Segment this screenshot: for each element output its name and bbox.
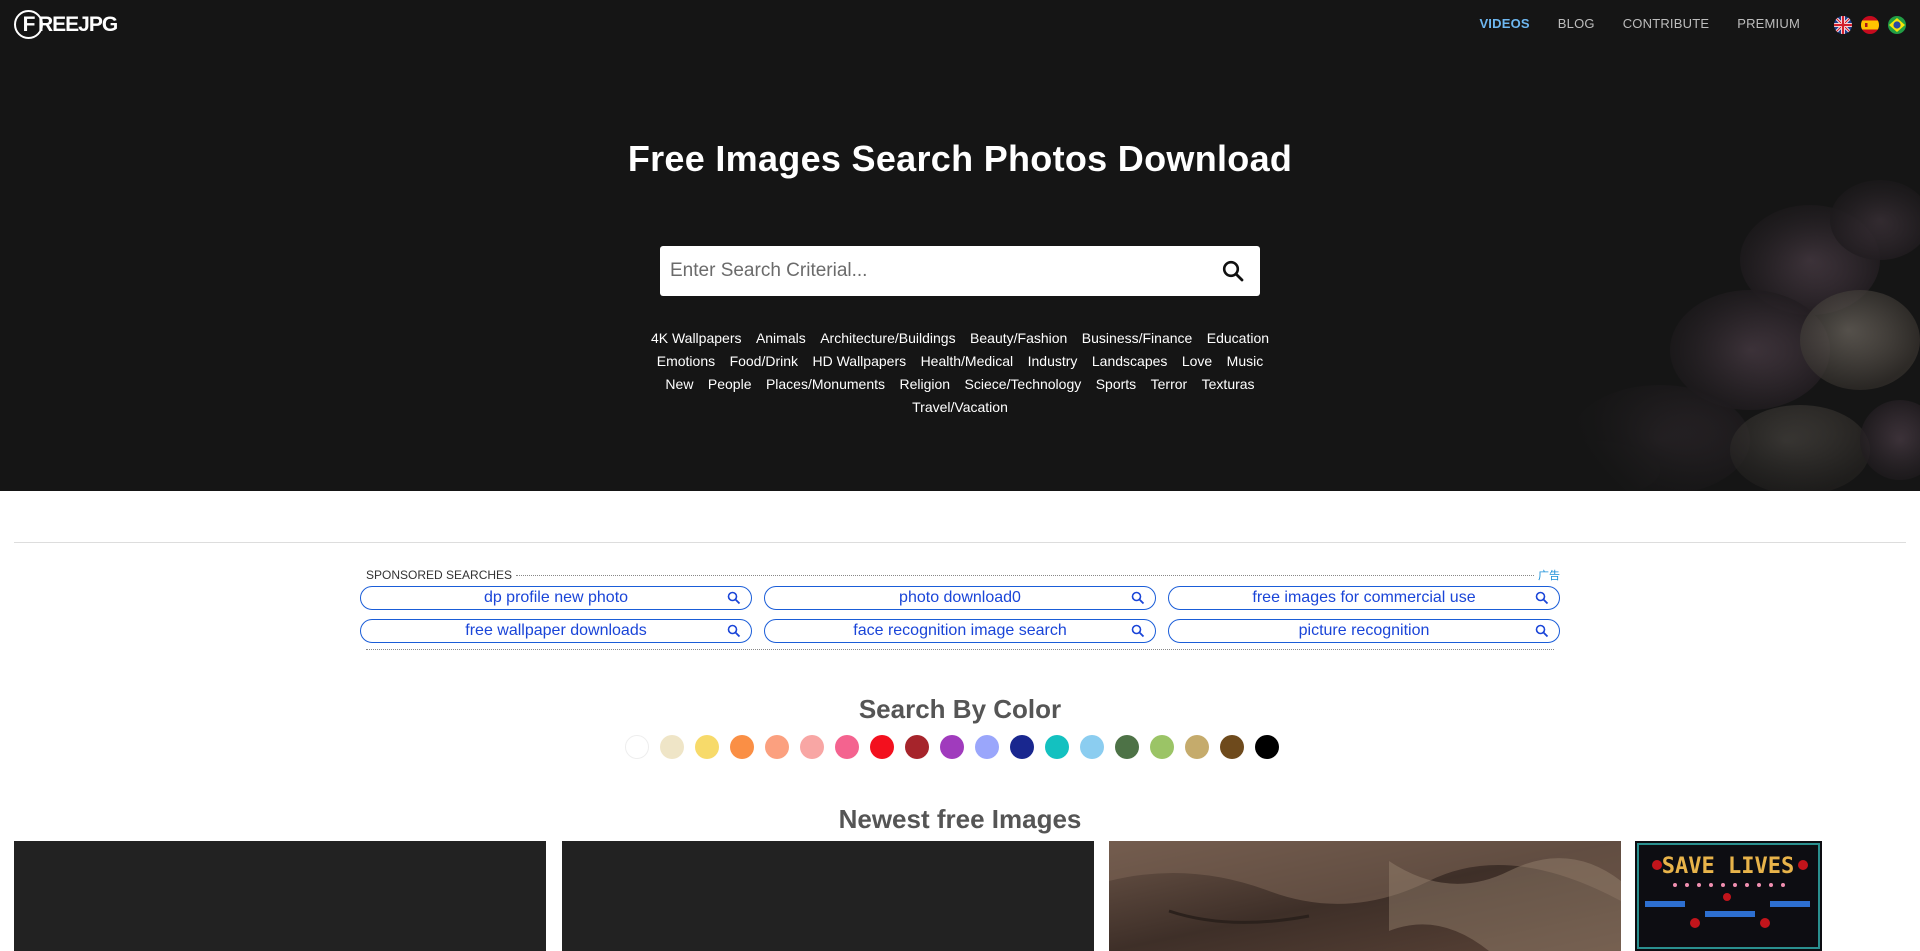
image-thumbnail[interactable] <box>14 841 546 951</box>
search-icon <box>1222 260 1244 282</box>
search-icon <box>1131 624 1145 638</box>
category-link[interactable]: 4K Wallpapers <box>651 327 742 349</box>
sponsored-heading: SPONSORED SEARCHES <box>366 568 513 582</box>
category-link[interactable]: Business/Finance <box>1082 327 1193 349</box>
sponsored-link[interactable]: dp profile new photo <box>360 586 752 610</box>
category-link[interactable]: People <box>708 373 752 395</box>
nav-contribute[interactable]: CONTRIBUTE <box>1623 16 1710 31</box>
image-thumbnail[interactable] <box>562 841 1094 951</box>
sponsored-link-label: face recognition image search <box>853 622 1067 639</box>
color-swatch[interactable] <box>800 735 824 759</box>
language-selector <box>1834 16 1906 34</box>
category-link[interactable]: Industry <box>1028 350 1078 372</box>
color-swatch[interactable] <box>1045 735 1069 759</box>
spain-flag-icon[interactable] <box>1861 16 1879 34</box>
search-icon <box>1535 591 1549 605</box>
search-icon <box>727 591 741 605</box>
search-icon <box>727 624 741 638</box>
color-swatch[interactable] <box>1115 735 1139 759</box>
category-link[interactable]: Landscapes <box>1092 350 1168 372</box>
sponsored-link-label: picture recognition <box>1298 622 1430 639</box>
color-swatch[interactable] <box>1185 735 1209 759</box>
brazil-flag-icon[interactable] <box>1888 16 1906 34</box>
color-swatch[interactable] <box>940 735 964 759</box>
section-divider <box>14 542 1906 543</box>
sponsored-link[interactable]: photo download0 <box>764 586 1156 610</box>
category-link[interactable]: Animals <box>756 327 806 349</box>
sponsored-link-label: dp profile new photo <box>483 589 629 606</box>
ad-label[interactable]: 广告 <box>1538 567 1560 583</box>
flower-background-image <box>1400 150 1920 491</box>
dotted-divider <box>516 574 1534 576</box>
category-link[interactable]: Religion <box>899 373 950 395</box>
category-link[interactable]: Love <box>1182 350 1212 372</box>
top-navigation-bar: F REEJPG VIDEOS BLOG CONTRIBUTE PREMIUM <box>0 0 1920 52</box>
category-links: 4K Wallpapers Animals Architecture/Build… <box>640 327 1280 419</box>
color-swatch[interactable] <box>975 735 999 759</box>
color-search-title: Search By Color <box>858 694 1062 724</box>
newest-images-title: Newest free Images <box>838 804 1082 834</box>
category-link[interactable]: Places/Monuments <box>766 373 885 395</box>
nav-blog[interactable]: BLOG <box>1558 16 1595 31</box>
color-swatch[interactable] <box>765 735 789 759</box>
main-nav: VIDEOS BLOG CONTRIBUTE PREMIUM <box>1479 16 1800 31</box>
category-link[interactable]: Sciece/Technology <box>965 373 1082 395</box>
sponsored-link[interactable]: face recognition image search <box>764 619 1156 643</box>
search-icon <box>1535 624 1549 638</box>
category-link[interactable]: Sports <box>1096 373 1136 395</box>
sponsored-link[interactable]: free wallpaper downloads <box>360 619 752 643</box>
category-link[interactable]: Terror <box>1151 373 1188 395</box>
save-lives-text: SAVE LIVES <box>1662 854 1794 879</box>
freejpg-logo[interactable]: F REEJPG <box>14 10 118 39</box>
color-swatch[interactable] <box>1150 735 1174 759</box>
hero-banner: F REEJPG VIDEOS BLOG CONTRIBUTE PREMIUM <box>0 0 1920 491</box>
uk-flag-icon[interactable] <box>1834 16 1852 34</box>
color-swatch[interactable] <box>730 735 754 759</box>
rock-texture-thumbnail[interactable] <box>1109 841 1621 951</box>
save-lives-thumbnail[interactable]: SAVE LIVES <box>1635 841 1822 951</box>
search-bar <box>660 246 1260 296</box>
color-swatch[interactable] <box>1255 735 1279 759</box>
sponsored-links: dp profile new photo photo download0 fre… <box>360 586 1560 643</box>
logo-text: REEJPG <box>38 12 118 36</box>
color-swatch[interactable] <box>870 735 894 759</box>
search-input[interactable] <box>660 246 1206 296</box>
sponsored-link-label: free wallpaper downloads <box>465 622 647 639</box>
color-swatch[interactable] <box>905 735 929 759</box>
color-swatch[interactable] <box>835 735 859 759</box>
category-link[interactable]: Texturas <box>1202 373 1255 395</box>
category-link[interactable]: HD Wallpapers <box>812 350 906 372</box>
color-swatch[interactable] <box>660 735 684 759</box>
category-link[interactable]: New <box>665 373 693 395</box>
category-link[interactable]: Food/Drink <box>730 350 798 372</box>
color-swatch[interactable] <box>625 735 649 759</box>
color-swatches <box>625 735 1279 759</box>
sponsored-link-label: free images for commercial use <box>1252 589 1476 606</box>
search-button[interactable] <box>1206 246 1260 296</box>
hero-title: Free Images Search Photos Download <box>627 138 1293 179</box>
color-swatch[interactable] <box>695 735 719 759</box>
category-link[interactable]: Architecture/Buildings <box>820 327 955 349</box>
nav-premium[interactable]: PREMIUM <box>1737 16 1800 31</box>
color-swatch[interactable] <box>1220 735 1244 759</box>
category-link[interactable]: Emotions <box>657 350 715 372</box>
category-link[interactable]: Music <box>1227 350 1264 372</box>
sponsored-link[interactable]: picture recognition <box>1168 619 1560 643</box>
sponsored-header: SPONSORED SEARCHES 广告 <box>366 567 1560 583</box>
dotted-divider <box>366 649 1554 650</box>
category-link[interactable]: Education <box>1207 327 1269 349</box>
search-icon <box>1131 591 1145 605</box>
sponsored-searches: SPONSORED SEARCHES 广告 dp profile new pho… <box>360 567 1560 651</box>
category-link[interactable]: Travel/Vacation <box>912 396 1008 418</box>
category-link[interactable]: Beauty/Fashion <box>970 327 1067 349</box>
category-link[interactable]: Health/Medical <box>921 350 1014 372</box>
color-swatch[interactable] <box>1010 735 1034 759</box>
sponsored-link-label: photo download0 <box>899 589 1021 606</box>
color-swatch[interactable] <box>1080 735 1104 759</box>
nav-videos[interactable]: VIDEOS <box>1479 16 1529 31</box>
sponsored-link[interactable]: free images for commercial use <box>1168 586 1560 610</box>
